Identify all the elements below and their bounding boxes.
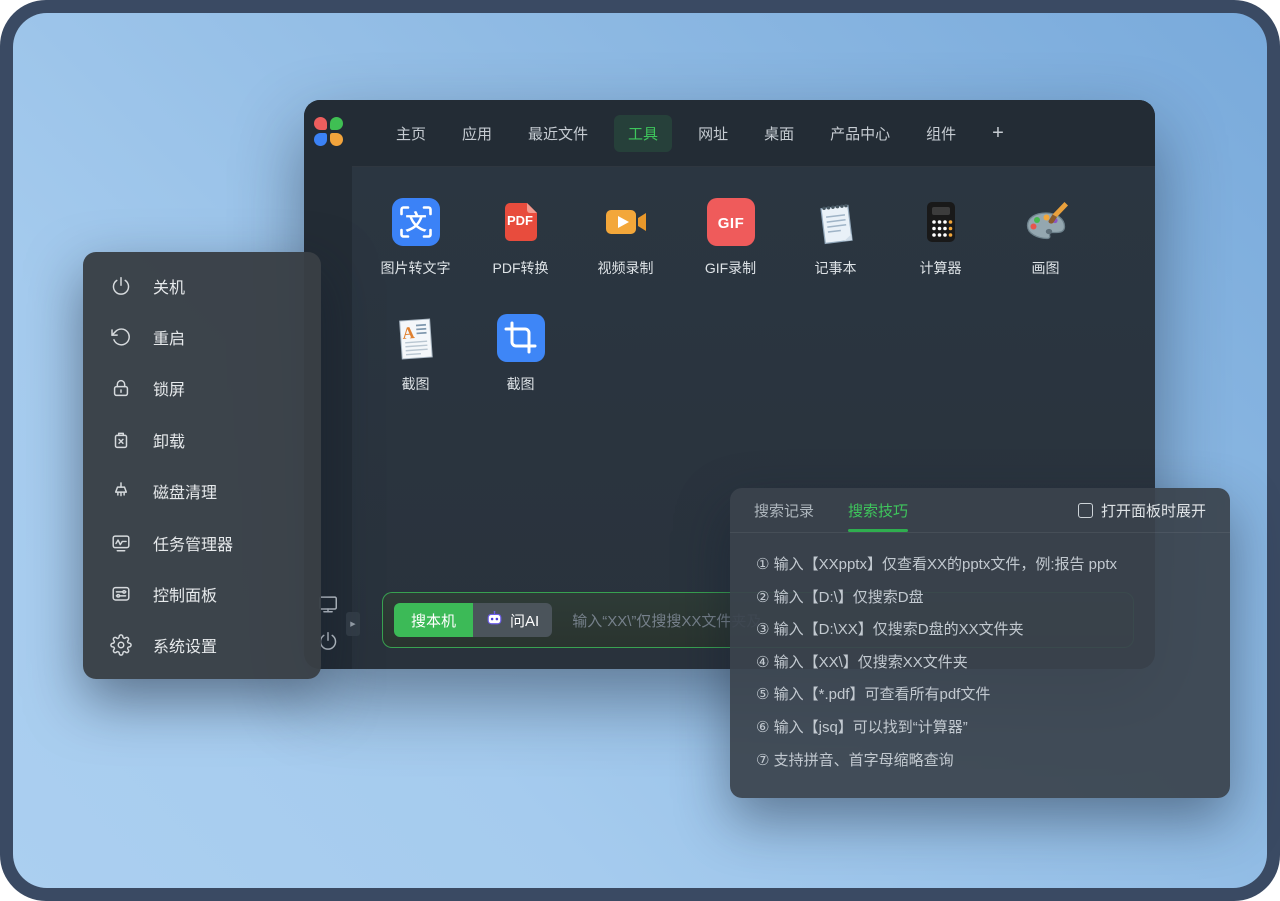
tool-video-record[interactable]: 视频录制: [573, 198, 678, 278]
collapse-handle[interactable]: ▶: [346, 612, 360, 636]
tab-apps[interactable]: 应用: [462, 123, 492, 144]
menu-item-label: 锁屏: [153, 376, 185, 400]
menu-item-label: 重启: [153, 325, 185, 349]
search-tip: ⑥ 输入【jsq】可以找到“计算器”: [756, 712, 1204, 745]
svg-text:A: A: [401, 323, 415, 343]
panel-tab-search-tips[interactable]: 搜索技巧: [848, 488, 908, 532]
tab-bar: 主页 应用 最近文件 工具 网址 桌面 产品中心 组件 +: [352, 100, 1155, 167]
svg-text:文: 文: [405, 211, 427, 235]
menu-item-system-settings[interactable]: 系统设置: [83, 620, 321, 671]
expand-on-open-label: 打开面板时展开: [1101, 500, 1206, 521]
panel-tab-search-history[interactable]: 搜索记录: [754, 488, 814, 532]
tips-panel-header: 搜索记录搜索技巧 打开面板时展开: [730, 488, 1230, 533]
tool-label: 图片转文字: [381, 258, 451, 278]
tool-label: GIF录制: [705, 258, 756, 278]
gif-icon: GIF: [707, 198, 755, 246]
tool-grid-row2: A 截图 截图: [363, 314, 573, 394]
app-logo-icon[interactable]: [314, 117, 343, 146]
tool-paint[interactable]: 画图: [993, 198, 1098, 278]
power-context-menu: 关机重启锁屏卸载磁盘清理任务管理器控制面板系统设置: [83, 252, 321, 679]
search-tip: ④ 输入【XX\】仅搜索XX文件夹: [756, 647, 1204, 680]
tab-home[interactable]: 主页: [396, 123, 426, 144]
tool-gif-record[interactable]: GIF GIF录制: [678, 198, 783, 278]
logo-petal: [314, 133, 327, 146]
tab-urls[interactable]: 网址: [698, 123, 728, 144]
tab-desktop[interactable]: 桌面: [764, 123, 794, 144]
tool-screenshot-doc[interactable]: A 截图: [363, 314, 468, 394]
tool-image-to-text[interactable]: 文图片转文字: [363, 198, 468, 278]
menu-item-label: 关机: [153, 274, 185, 298]
search-tips-panel: 搜索记录搜索技巧 打开面板时展开 ① 输入【XXpptx】仅查看XX的pptx文…: [730, 488, 1230, 798]
calculator-icon: [917, 198, 965, 246]
screen: 主页 应用 最近文件 工具 网址 桌面 产品中心 组件 + 文图片转文字 PDF PDF转换 视频录制…: [0, 0, 1280, 901]
power-icon: [110, 275, 132, 297]
tool-calculator[interactable]: 计算器: [888, 198, 993, 278]
menu-item-shutdown[interactable]: 关机: [83, 260, 321, 311]
tips-list: ① 输入【XXpptx】仅查看XX的pptx文件，例:报告 pptx② 输入【D…: [730, 533, 1230, 777]
menu-item-restart[interactable]: 重启: [83, 311, 321, 362]
svg-text:GIF: GIF: [717, 215, 744, 232]
menu-item-label: 系统设置: [153, 633, 217, 657]
trash-x-icon: [110, 429, 132, 451]
broom-icon: [110, 480, 132, 502]
tool-grid-row1: 文图片转文字 PDF PDF转换 视频录制 GIF GIF录制 记事本 计算器 画图: [363, 198, 1098, 278]
notepad-icon: [812, 198, 860, 246]
img-to-text-icon: 文: [392, 198, 440, 246]
tool-label: 截图: [402, 374, 430, 394]
tool-label: 记事本: [815, 258, 857, 278]
menu-item-lock-screen[interactable]: 锁屏: [83, 363, 321, 414]
menu-item-label: 控制面板: [153, 582, 217, 606]
tab-tools[interactable]: 工具: [614, 115, 672, 152]
tab-add-button[interactable]: +: [992, 122, 1004, 145]
logo-petal: [330, 133, 343, 146]
tool-notepad[interactable]: 记事本: [783, 198, 888, 278]
svg-text:PDF: PDF: [507, 213, 533, 228]
search-local-button[interactable]: 搜本机: [394, 603, 473, 637]
tool-pdf-convert[interactable]: PDF PDF转换: [468, 198, 573, 278]
search-tip: ① 输入【XXpptx】仅查看XX的pptx文件，例:报告 pptx: [756, 549, 1204, 582]
crop-icon: [497, 314, 545, 362]
logo-petal: [330, 117, 343, 130]
robot-icon: [486, 610, 503, 631]
logo-petal: [314, 117, 327, 130]
task-monitor-icon: [110, 532, 132, 554]
lock-icon: [110, 377, 132, 399]
restart-icon: [110, 326, 132, 348]
gear-icon: [110, 634, 132, 656]
tool-label: 视频录制: [598, 258, 654, 278]
ask-ai-button[interactable]: 问AI: [473, 603, 552, 637]
menu-item-disk-cleanup[interactable]: 磁盘清理: [83, 466, 321, 517]
video-icon: [602, 198, 650, 246]
menu-item-task-manager[interactable]: 任务管理器: [83, 517, 321, 568]
tab-product-center[interactable]: 产品中心: [830, 123, 890, 144]
menu-item-uninstall[interactable]: 卸载: [83, 414, 321, 465]
expand-on-open-option[interactable]: 打开面板时展开: [1078, 500, 1206, 521]
menu-item-label: 磁盘清理: [153, 479, 217, 503]
tool-label: PDF转换: [493, 258, 549, 278]
tab-widgets[interactable]: 组件: [926, 123, 956, 144]
pdf-icon: PDF: [497, 198, 545, 246]
paint-icon: [1022, 198, 1070, 246]
menu-item-control-panel[interactable]: 控制面板: [83, 568, 321, 619]
menu-item-label: 卸载: [153, 428, 185, 452]
ask-ai-label: 问AI: [510, 610, 539, 631]
search-tip: ② 输入【D:\】仅搜索D盘: [756, 582, 1204, 615]
search-tip: ③ 输入【D:\XX】仅搜索D盘的XX文件夹: [756, 614, 1204, 647]
search-tip: ⑤ 输入【*.pdf】可查看所有pdf文件: [756, 679, 1204, 712]
search-tip: ⑦ 支持拼音、首字母缩略查询: [756, 745, 1204, 778]
wordpad-icon: A: [392, 314, 440, 362]
menu-item-label: 任务管理器: [153, 531, 233, 555]
tool-label: 画图: [1032, 258, 1060, 278]
checkbox-icon[interactable]: [1078, 503, 1093, 518]
tool-label: 计算器: [920, 258, 962, 278]
tool-screenshot-crop[interactable]: 截图: [468, 314, 573, 394]
tool-label: 截图: [507, 374, 535, 394]
sliders-icon: [110, 583, 132, 605]
tab-recent-files[interactable]: 最近文件: [528, 123, 588, 144]
